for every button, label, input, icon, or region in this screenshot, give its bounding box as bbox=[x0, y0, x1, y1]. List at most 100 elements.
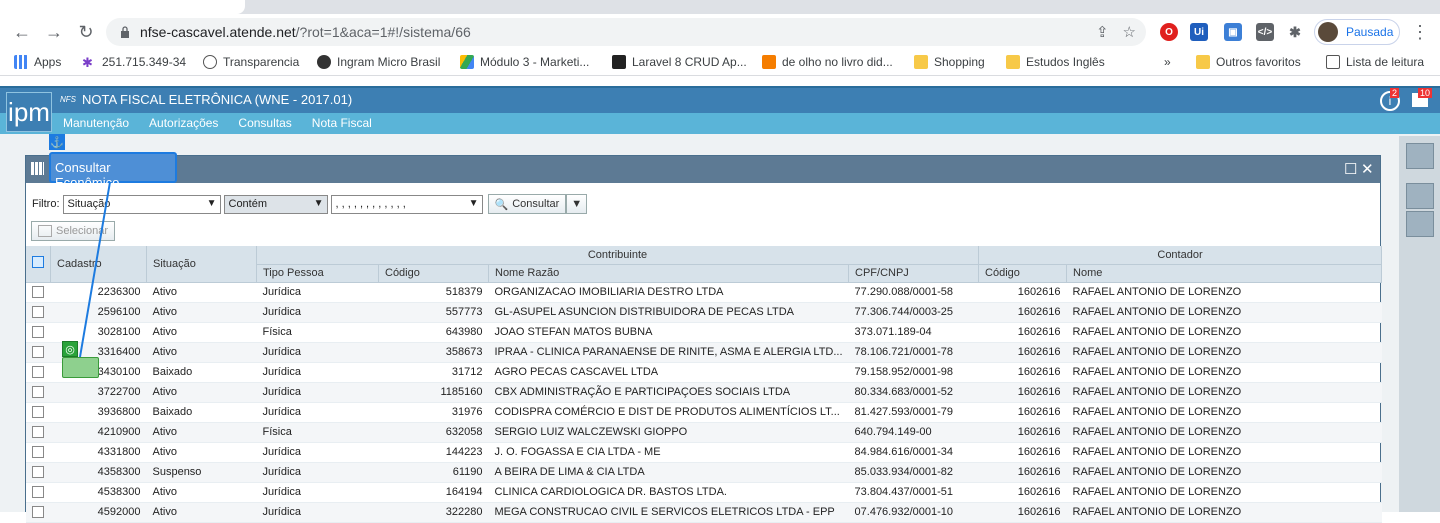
row-checkbox[interactable] bbox=[32, 286, 44, 299]
window-toggle-icon[interactable] bbox=[1406, 143, 1434, 169]
table-row[interactable]: 4538300 Ativo Jurídica 164194 CLINICA CARDIO… bbox=[26, 482, 1382, 503]
bookmark-label: Transparencia bbox=[223, 55, 300, 69]
col-cadastro[interactable]: Cadastro bbox=[50, 246, 147, 283]
table-row[interactable]: 4358300 Suspenso Jurídica 61190 A BEIRA DE L… bbox=[26, 462, 1382, 483]
address-bar[interactable]: nfse-cascavel.atende.net/?rot=1&aca=1#!/… bbox=[106, 18, 1146, 46]
row-checkbox[interactable] bbox=[32, 386, 44, 399]
share-icon[interactable]: ⇪ bbox=[1096, 23, 1109, 41]
extension-icon[interactable]: ▣ bbox=[1224, 23, 1242, 41]
profile-button[interactable]: Pausada bbox=[1314, 19, 1400, 45]
cell-cadastro: 4331800 bbox=[50, 442, 147, 463]
col-cpf-cnpj[interactable]: CPF/CNPJ bbox=[848, 264, 980, 283]
bookmark-outros-favoritos[interactable]: Outros favoritos bbox=[1196, 55, 1301, 69]
filter-field-select[interactable]: Situação ▼ bbox=[62, 194, 221, 214]
ui-extension-icon[interactable]: Ui bbox=[1190, 23, 1208, 41]
filter-field-value: Situação bbox=[67, 197, 111, 210]
cell-situacao: Ativo bbox=[146, 482, 257, 503]
row-checkbox[interactable] bbox=[32, 426, 44, 439]
bookmark-transparencia[interactable]: Transparencia bbox=[203, 55, 299, 69]
selecionar-button[interactable]: Selecionar bbox=[31, 221, 115, 241]
table-row[interactable]: 2596100 Ativo Jurídica 557773 GL-ASUPEL ASUN… bbox=[26, 302, 1382, 323]
row-checkbox-cell bbox=[26, 362, 51, 383]
bookmark-shopping[interactable]: Shopping bbox=[914, 55, 985, 69]
cell-nome-razao: JOAO STEFAN MATOS BUBNA bbox=[488, 322, 849, 343]
maximize-icon[interactable]: ☐ bbox=[1344, 160, 1357, 178]
bookmark-olho-livro[interactable]: de olho no livro did... bbox=[762, 55, 893, 69]
grid-icon bbox=[31, 162, 44, 175]
reading-list[interactable]: Lista de leitura bbox=[1326, 55, 1424, 69]
table-row[interactable]: 3430100 Baixado Jurídica 31712 AGRO PECAS CA… bbox=[26, 362, 1382, 383]
window-titlebar[interactable]: Consultar Econômico ☐ ✕ bbox=[26, 156, 1380, 183]
cell-codigo: 632058 bbox=[378, 422, 489, 443]
devtools-extension-icon[interactable]: </> bbox=[1256, 23, 1274, 41]
opera-extension-icon[interactable]: O bbox=[1160, 23, 1178, 41]
close-icon[interactable]: ✕ bbox=[1361, 160, 1374, 178]
folder-icon[interactable] bbox=[1406, 183, 1434, 209]
bookmark-label: Ingram Micro Brasil bbox=[337, 55, 441, 69]
col-situacao[interactable]: Situação bbox=[146, 246, 257, 283]
row-checkbox[interactable] bbox=[32, 346, 44, 359]
col-contador-codigo[interactable]: Código bbox=[978, 264, 1068, 283]
anchor-icon[interactable]: ⚓ bbox=[49, 134, 65, 150]
bookmark-apps[interactable]: Apps bbox=[14, 55, 61, 69]
row-checkbox[interactable] bbox=[32, 366, 44, 379]
forward-icon[interactable]: → bbox=[42, 20, 66, 44]
select-all-checkbox[interactable] bbox=[32, 256, 44, 269]
row-checkbox[interactable] bbox=[32, 506, 44, 519]
table-row[interactable]: 4210900 Ativo Física 632058 SERGIO LUIZ WALC… bbox=[26, 422, 1382, 443]
folder-icon[interactable] bbox=[1406, 211, 1434, 237]
star-icon[interactable]: ☆ bbox=[1123, 23, 1136, 41]
cell-codigo: 518379 bbox=[378, 282, 489, 303]
cell-cadastro: 3722700 bbox=[50, 382, 147, 403]
col-nome-razao[interactable]: Nome Razão bbox=[488, 264, 850, 283]
consultar-button[interactable]: 🔍 Consultar bbox=[487, 194, 567, 214]
col-codigo[interactable]: Código bbox=[378, 264, 489, 283]
bookmark-ingram[interactable]: Ingram Micro Brasil bbox=[317, 55, 440, 69]
globe-icon bbox=[203, 55, 217, 69]
cell-tipo-pessoa: Jurídica bbox=[256, 342, 379, 363]
table-row[interactable]: 3936800 Baixado Jurídica 31976 CODISPRA COMÉ… bbox=[26, 402, 1382, 423]
menu-manutencao[interactable]: Manutenção bbox=[63, 116, 129, 130]
row-checkbox[interactable] bbox=[32, 306, 44, 319]
row-checkbox[interactable] bbox=[32, 326, 44, 339]
kebab-menu-icon[interactable]: ⋮ bbox=[1408, 20, 1432, 44]
target-icon[interactable]: ◎ bbox=[62, 341, 78, 357]
col-contador-nome[interactable]: Nome bbox=[1066, 264, 1382, 283]
cell-nome-razao: J. O. FOGASSA E CIA LTDA - ME bbox=[488, 442, 849, 463]
filter-operator-select[interactable]: Contém ▼ bbox=[223, 194, 328, 214]
bookmarks-bar: Apps ✱ 251.715.349-34 Transparencia Ingra… bbox=[0, 50, 1440, 76]
filter-value-select[interactable]: , , , , , , , , , , , , ▼ bbox=[330, 194, 483, 214]
table-row[interactable]: 3722700 Ativo Jurídica 1185160 CBX ADMINISTR… bbox=[26, 382, 1382, 403]
table-row[interactable]: 4331800 Ativo Jurídica 144223 J. O. FOGASSA … bbox=[26, 442, 1382, 463]
row-checkbox[interactable] bbox=[32, 406, 44, 419]
table-row[interactable]: 3316400 Ativo Jurídica 358673 IPRAA - CLINIC… bbox=[26, 342, 1382, 363]
menu-consultas[interactable]: Consultas bbox=[238, 116, 291, 130]
drop-target-box[interactable] bbox=[62, 357, 99, 378]
table-row[interactable]: 3028100 Ativo Física 643980 JOAO STEFAN MATO… bbox=[26, 322, 1382, 343]
cell-nome-razao: GL-ASUPEL ASUNCION DISTRIBUIDORA DE PECA… bbox=[488, 302, 849, 323]
row-checkbox[interactable] bbox=[32, 446, 44, 459]
cell-cadastro: 4358300 bbox=[50, 462, 147, 483]
table-row[interactable]: 2236300 Ativo Jurídica 518379 ORGANIZACAO IM… bbox=[26, 282, 1382, 303]
menu-autorizacoes[interactable]: Autorizações bbox=[149, 116, 218, 130]
col-tipo-pessoa[interactable]: Tipo Pessoa bbox=[256, 264, 379, 283]
back-icon[interactable]: ← bbox=[10, 20, 34, 44]
cell-cpf-cnpj: 77.290.088/0001-58 bbox=[848, 282, 979, 303]
bookmark-estudos-ingles[interactable]: Estudos Inglês bbox=[1006, 55, 1105, 69]
bookmark-cpf[interactable]: ✱ 251.715.349-34 bbox=[82, 55, 186, 70]
bookmark-laravel[interactable]: Laravel 8 CRUD Ap... bbox=[612, 55, 747, 69]
consultar-dropdown[interactable]: ▼ bbox=[566, 194, 588, 214]
bookmarks-overflow[interactable]: » bbox=[1164, 55, 1171, 69]
row-checkbox[interactable] bbox=[32, 466, 44, 479]
menu-nota-fiscal[interactable]: Nota Fiscal bbox=[312, 116, 372, 130]
cell-nome-razao: CLINICA CARDIOLOGICA DR. BASTOS LTDA. bbox=[488, 482, 849, 503]
row-checkbox-cell bbox=[26, 282, 51, 303]
puzzle-icon[interactable]: ✱ bbox=[1286, 23, 1304, 41]
active-tab[interactable] bbox=[0, 0, 245, 14]
row-checkbox[interactable] bbox=[32, 486, 44, 499]
table-row[interactable]: 4592000 Ativo Jurídica 322280 MEGA CONSTRUCA… bbox=[26, 502, 1382, 523]
reload-icon[interactable]: ↻ bbox=[74, 20, 98, 44]
cell-situacao: Ativo bbox=[146, 302, 257, 323]
bookmark-label: Shopping bbox=[934, 55, 985, 69]
bookmark-modulo3[interactable]: Módulo 3 - Marketi... bbox=[460, 55, 589, 69]
